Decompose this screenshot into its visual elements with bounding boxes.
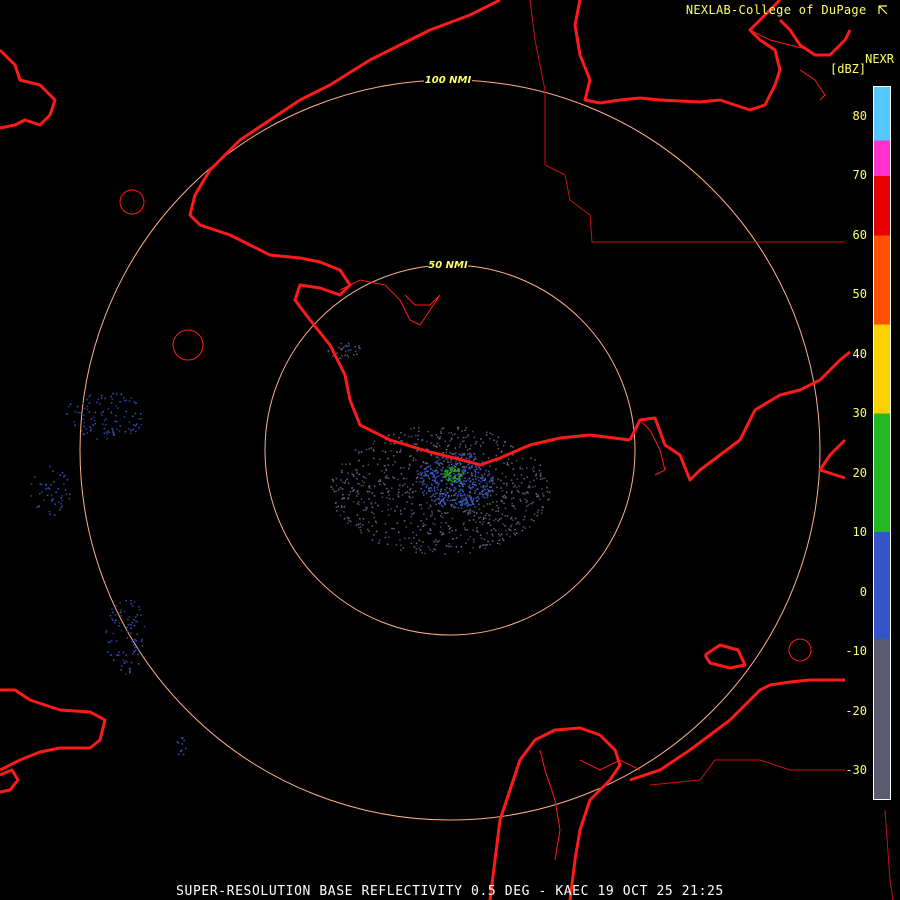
scale-tick: -20 [845,703,867,718]
unit-label: [dBZ] [830,62,867,76]
color-scale-bar [873,86,891,800]
ring-label-50nmi: 50 NMI [428,260,468,271]
product-code: NEXR [865,52,894,66]
scale-tick: 0 [859,584,867,599]
color-scale: 80 70 60 50 40 30 20 10 0 -10 -20 -30 [845,86,893,800]
credit-label: NEXLAB-College of DuPage [686,3,888,17]
scale-tick: 10 [852,525,867,540]
coastlines [0,0,852,900]
credit-text: NEXLAB-College of DuPage [685,3,867,17]
scale-tick: 30 [852,406,867,421]
scale-tick: -10 [845,644,867,659]
product-footer: SUPER-RESOLUTION BASE REFLECTIVITY 0.5 D… [176,884,724,899]
scale-tick: 60 [852,227,867,242]
scale-tick: 50 [852,287,867,302]
scale-tick: 40 [852,346,867,361]
scale-tick: 70 [852,168,867,183]
ring-label-100nmi: 100 NMI [425,75,472,86]
scale-tick: 80 [852,108,867,123]
radar-map: 100 NMI 50 NMI [0,0,894,900]
scale-tick: -30 [845,763,867,778]
scale-tick: 20 [852,465,867,480]
corner-icon [878,4,888,15]
range-ring-100nmi [79,79,821,821]
state-borders [529,0,894,900]
range-ring-50nmi [264,264,636,636]
reflectivity-echoes [30,342,551,756]
